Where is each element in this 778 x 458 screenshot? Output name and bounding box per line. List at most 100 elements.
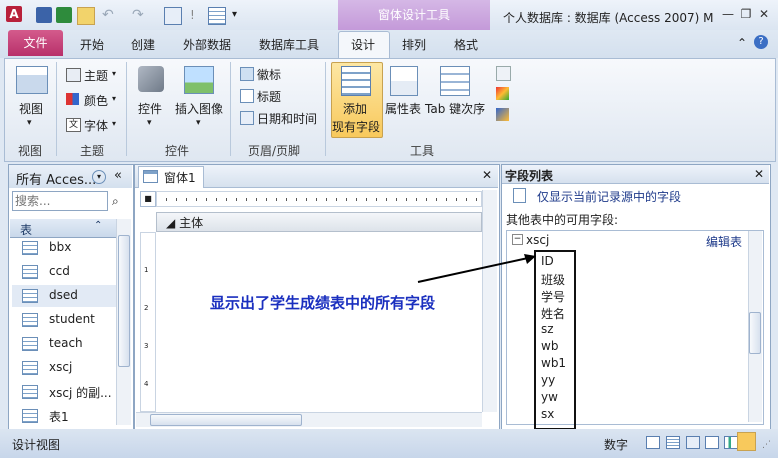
tab-home[interactable]: 开始 <box>80 36 104 53</box>
nav-header-label[interactable]: 所有 Acces... <box>16 169 96 188</box>
annotation-text: 显示出了学生成绩表中的所有字段 <box>210 294 436 312</box>
table-icon <box>22 409 38 423</box>
undo-icon[interactable]: ↶ <box>102 7 118 23</box>
minimize-button[interactable]: — <box>720 7 736 21</box>
form-vscrollbar[interactable] <box>482 190 497 412</box>
tools-small-icon-3[interactable] <box>496 108 509 121</box>
section-bar[interactable] <box>156 212 482 232</box>
tools-small-icon-1[interactable] <box>496 66 511 81</box>
property-sheet-icon <box>390 66 418 96</box>
design-view-icon[interactable] <box>737 432 756 451</box>
nav-search-input[interactable] <box>12 191 108 211</box>
field-item[interactable]: yy <box>541 373 555 387</box>
view-dropdown-icon[interactable]: ▾ <box>27 118 32 128</box>
layout-view-icon[interactable] <box>686 436 700 449</box>
fonts-dropdown-icon[interactable]: ▾ <box>112 119 116 128</box>
field-item[interactable]: ID <box>541 254 554 268</box>
nav-dropdown-icon[interactable]: ▾ <box>92 170 106 184</box>
tab-design[interactable]: 设计 <box>351 36 375 53</box>
colors-icon <box>66 93 79 105</box>
edit-table-link[interactable]: 编辑表 <box>706 233 742 250</box>
nav-item-table[interactable]: ccd <box>22 261 122 283</box>
insert-image-button[interactable]: 插入图像 <box>175 100 223 117</box>
property-sheet-button[interactable]: 属性表 <box>385 100 421 117</box>
fonts-button[interactable]: 字体 <box>84 117 108 134</box>
tab-create[interactable]: 创建 <box>131 36 155 53</box>
tab-dbtools[interactable]: 数据库工具 <box>259 36 319 53</box>
only-current-link[interactable]: 仅显示当前记录源中的字段 <box>537 188 681 205</box>
controls-dropdown-icon[interactable]: ▾ <box>147 118 152 128</box>
view-button[interactable]: 视图 <box>19 100 43 117</box>
excel-icon[interactable] <box>56 7 72 23</box>
table-icon <box>22 265 38 279</box>
save-icon[interactable] <box>36 7 52 23</box>
group-label-theme: 主题 <box>80 144 105 158</box>
show-current-icon <box>513 188 526 203</box>
insert-image-dropdown-icon[interactable]: ▾ <box>196 118 201 128</box>
section-collapse-icon[interactable]: ⌃ <box>94 220 102 231</box>
nav-item-table[interactable]: 表1 <box>22 405 122 427</box>
restore-button[interactable]: ❐ <box>738 7 754 21</box>
status-view-label: 设计视图 <box>12 438 61 452</box>
ruler-mark: 1 <box>144 266 149 274</box>
nav-item-table[interactable]: teach <box>22 333 122 355</box>
field-list-close-icon[interactable]: ✕ <box>754 167 764 181</box>
ribbon-collapse-icon[interactable]: ⌃ <box>737 36 747 50</box>
window-title: 个人数据库 : 数据库 (Access 2007) M <box>503 11 714 25</box>
help-icon[interactable]: ? <box>754 35 768 49</box>
controls-button[interactable]: 控件 <box>138 100 162 117</box>
field-item[interactable]: 班级 <box>541 271 565 288</box>
field-list-scroll-thumb[interactable] <box>749 312 761 354</box>
field-item[interactable]: sx <box>541 407 554 421</box>
view-icon <box>16 66 48 94</box>
themes-button[interactable]: 主题 <box>84 67 108 84</box>
form-selector[interactable]: ■ <box>140 191 156 207</box>
table-icon[interactable] <box>208 7 226 25</box>
field-item[interactable]: yw <box>541 390 558 404</box>
nav-collapse-icon[interactable]: « <box>114 168 122 183</box>
field-item[interactable]: 姓名 <box>541 305 565 322</box>
field-item[interactable]: wb <box>541 339 558 353</box>
colors-button[interactable]: 颜色 <box>84 92 108 109</box>
redo-icon[interactable]: ↷ <box>132 7 148 23</box>
table-icon <box>22 313 38 327</box>
nav-item-table[interactable]: student <box>22 309 122 331</box>
resize-grip-icon[interactable]: ⋰ <box>762 440 771 450</box>
nav-item-table[interactable]: xscj 的副... <box>22 381 122 403</box>
form-close-icon[interactable]: ✕ <box>482 168 492 182</box>
datetime-button[interactable]: 日期和时间 <box>257 110 317 127</box>
nav-item-table[interactable]: bbx <box>22 237 122 259</box>
pencil-icon[interactable] <box>77 7 95 25</box>
title-button[interactable]: 标题 <box>257 88 281 105</box>
logo-button[interactable]: 徽标 <box>257 66 281 83</box>
datasheet-view-icon[interactable] <box>666 436 680 449</box>
nav-item-table[interactable]: xscj <box>22 357 122 379</box>
tab-external[interactable]: 外部数据 <box>183 36 231 53</box>
tab-arrange[interactable]: 排列 <box>402 36 426 53</box>
search-icon[interactable]: ⌕ <box>112 194 119 209</box>
status-numlock: 数字 <box>604 438 629 452</box>
close-button[interactable]: ✕ <box>756 7 772 21</box>
chart-view-icon[interactable] <box>724 436 738 449</box>
ruler-mark: 2 <box>144 304 149 312</box>
expand-collapse-icon[interactable]: − <box>512 234 523 245</box>
field-item[interactable]: 学号 <box>541 288 565 305</box>
form-hscroll-thumb[interactable] <box>150 414 302 426</box>
customize-qat-icon[interactable]: ▾ <box>232 7 248 23</box>
pivot-view-icon[interactable] <box>705 436 719 449</box>
colors-dropdown-icon[interactable]: ▾ <box>112 94 116 103</box>
access-icon[interactable]: A <box>6 6 22 22</box>
field-item[interactable]: sz <box>541 322 554 336</box>
nav-item-table-selected[interactable]: dsed <box>12 285 116 307</box>
themes-dropdown-icon[interactable]: ▾ <box>112 69 116 78</box>
help-hint-icon[interactable]: ! <box>190 7 206 23</box>
tools-small-icon-2[interactable] <box>496 87 509 100</box>
table-name[interactable]: xscj <box>526 233 549 247</box>
field-item[interactable]: wb1 <box>541 356 566 370</box>
form-icon[interactable] <box>164 7 182 25</box>
group-separator <box>126 62 127 156</box>
tab-format[interactable]: 格式 <box>454 36 478 53</box>
tab-order-button[interactable]: Tab 键次序 <box>425 100 485 117</box>
form-view-icon[interactable] <box>646 436 660 449</box>
tab-file[interactable]: 文件 <box>8 30 63 56</box>
